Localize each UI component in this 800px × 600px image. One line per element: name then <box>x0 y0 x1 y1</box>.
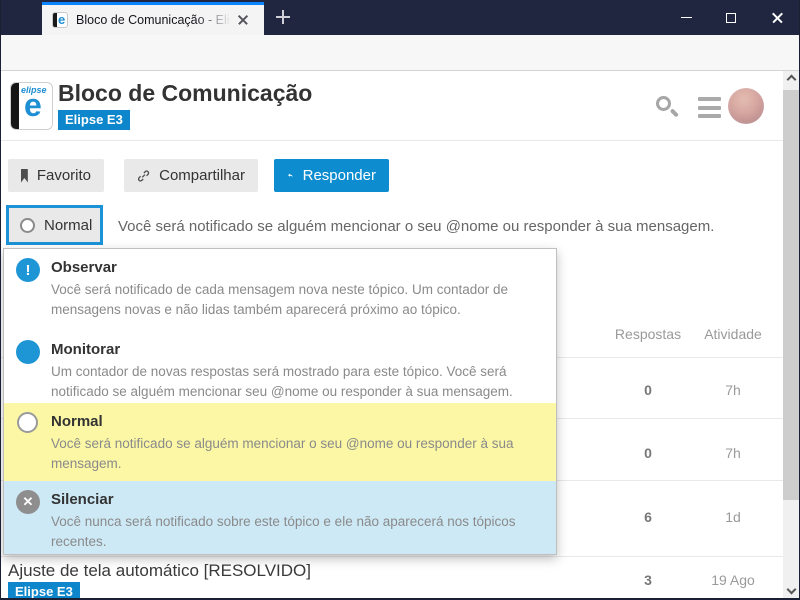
tab-title: Bloco de Comunicação - Elipse <box>76 13 234 27</box>
forum-menu-button[interactable] <box>698 97 721 123</box>
column-header-replies[interactable]: Respostas <box>615 326 681 342</box>
site-favicon-icon: e <box>52 12 68 28</box>
category-badge[interactable]: Elipse E3 <box>8 582 80 600</box>
menu-item-silenciar-hover[interactable]: ✕ Silenciar Você nunca será notificado s… <box>4 481 556 554</box>
watching-icon: ! <box>16 258 40 282</box>
share-label: Compartilhar <box>159 167 245 184</box>
reply-icon <box>287 167 294 184</box>
menu-item-description: Você será notificado se alguém mencionar… <box>51 434 538 474</box>
scrollbar[interactable] <box>783 70 799 599</box>
replies-cell: 0 <box>644 382 652 398</box>
scroll-up-icon[interactable] <box>786 75 796 85</box>
new-tab-button[interactable] <box>276 10 290 24</box>
replies-cell: 6 <box>644 509 652 525</box>
notification-summary: Você será notificado se alguém mencionar… <box>118 218 714 235</box>
activity-cell: 1d <box>725 509 741 525</box>
muted-icon: ✕ <box>16 490 40 514</box>
reply-button[interactable]: Responder <box>274 159 389 192</box>
minimize-button[interactable] <box>663 0 709 35</box>
menu-item-title: Monitorar <box>51 341 538 358</box>
navigation-toolbar <box>0 35 800 71</box>
logo-strip <box>11 83 19 130</box>
divider <box>1 556 783 557</box>
page-title[interactable]: Bloco de Comunicação <box>58 80 312 107</box>
site-logo[interactable]: elipse e <box>10 82 53 130</box>
regular-icon <box>17 412 38 433</box>
scroll-down-icon[interactable] <box>786 585 796 595</box>
tab-close-icon[interactable] <box>236 13 250 27</box>
tracking-icon <box>16 340 40 364</box>
browser-tab[interactable]: e Bloco de Comunicação - Elipse <box>42 2 264 35</box>
tab-bar: e Bloco de Comunicação - Elipse <box>0 0 800 35</box>
menu-item-observar[interactable]: ! Observar Você será notificado de cada … <box>4 249 556 331</box>
link-icon <box>137 168 150 184</box>
avatar[interactable] <box>728 88 764 124</box>
search-icon <box>656 96 671 111</box>
forum-header: elipse e Bloco de Comunicação Elipse E3 <box>1 71 783 141</box>
menu-item-title: Normal <box>51 413 538 430</box>
browser-window: e Bloco de Comunicação - Elipse https://… <box>0 0 800 600</box>
activity-cell: 19 Ago <box>711 572 755 588</box>
reply-label: Responder <box>303 167 376 184</box>
menu-item-title: Silenciar <box>51 491 538 508</box>
replies-cell: 3 <box>644 572 652 588</box>
menu-item-normal-selected[interactable]: Normal Você será notificado se alguém me… <box>4 403 556 481</box>
category-badge[interactable]: Elipse E3 <box>58 110 130 130</box>
replies-cell: 0 <box>644 445 652 461</box>
menu-item-description: Você nunca será notificado sobre este tó… <box>51 512 538 552</box>
activity-cell: 7h <box>725 445 741 461</box>
menu-item-description: Um contador de novas respostas será most… <box>51 362 538 402</box>
share-button[interactable]: Compartilhar <box>124 159 258 192</box>
favorite-button[interactable]: Favorito <box>8 159 104 192</box>
normal-circle-icon <box>20 218 35 233</box>
menu-item-title: Observar <box>51 259 538 276</box>
topic-link[interactable]: Ajuste de tela automático [RESOLVIDO] <box>8 561 311 581</box>
notification-level-label: Normal <box>44 217 92 234</box>
bookmark-icon <box>21 169 28 183</box>
activity-cell: 7h <box>725 382 741 398</box>
column-header-activity[interactable]: Atividade <box>704 326 762 342</box>
notification-dropdown: ! Observar Você será notificado de cada … <box>3 248 557 555</box>
menu-item-monitorar[interactable]: Monitorar Um contador de novas respostas… <box>4 331 556 403</box>
maximize-button[interactable] <box>708 0 754 35</box>
favorite-label: Favorito <box>37 167 91 184</box>
scrollbar-thumb[interactable] <box>783 90 799 500</box>
search-button[interactable] <box>655 95 681 121</box>
close-button[interactable] <box>754 0 800 35</box>
notification-level-button[interactable]: Normal <box>6 205 103 245</box>
menu-item-description: Você será notificado de cada mensagem no… <box>51 280 538 320</box>
